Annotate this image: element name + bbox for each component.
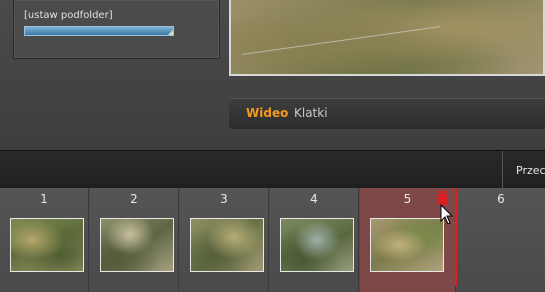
subfolder-panel: [ustaw podfolder] bbox=[13, 0, 220, 59]
subfolder-label[interactable]: [ustaw podfolder] bbox=[24, 10, 113, 21]
toolbar-divider bbox=[502, 151, 503, 189]
tab-video[interactable]: Wideo bbox=[246, 106, 288, 120]
frame-filmstrip: 1 2 3 4 5 6 bbox=[0, 188, 545, 292]
frame-thumbnail[interactable] bbox=[370, 218, 444, 272]
frame-number: 3 bbox=[220, 192, 228, 206]
frame-cell-6[interactable]: 6 bbox=[457, 188, 545, 292]
capture-toolbar: Przec bbox=[0, 150, 545, 189]
toolbar-action-button[interactable]: Przec bbox=[516, 164, 545, 177]
frame-cell-3[interactable]: 3 bbox=[180, 188, 269, 292]
frame-thumbnail[interactable] bbox=[280, 218, 354, 272]
frame-number: 6 bbox=[497, 192, 505, 206]
frame-thumbnail[interactable] bbox=[100, 218, 174, 272]
frame-number: 4 bbox=[310, 192, 318, 206]
frame-cell-2[interactable]: 2 bbox=[90, 188, 179, 292]
frame-thumbnail[interactable] bbox=[190, 218, 264, 272]
frame-thumbnail[interactable] bbox=[10, 218, 84, 272]
video-preview bbox=[229, 0, 545, 76]
preview-scene-detail bbox=[241, 26, 441, 55]
subfolder-progress-bar bbox=[24, 26, 174, 36]
frame-number: 2 bbox=[130, 192, 138, 206]
mode-switch-bar: Wideo Klatki bbox=[229, 98, 545, 129]
playhead-marker[interactable] bbox=[455, 188, 457, 286]
tab-frames[interactable]: Klatki bbox=[294, 106, 328, 120]
frame-cell-1[interactable]: 1 bbox=[0, 188, 89, 292]
frame-number: 1 bbox=[40, 192, 48, 206]
frame-cell-4[interactable]: 4 bbox=[270, 188, 359, 292]
resize-corner-icon bbox=[168, 30, 173, 35]
top-area: [ustaw podfolder] Wideo Klatki bbox=[0, 0, 545, 150]
mouse-cursor-icon bbox=[440, 204, 454, 225]
